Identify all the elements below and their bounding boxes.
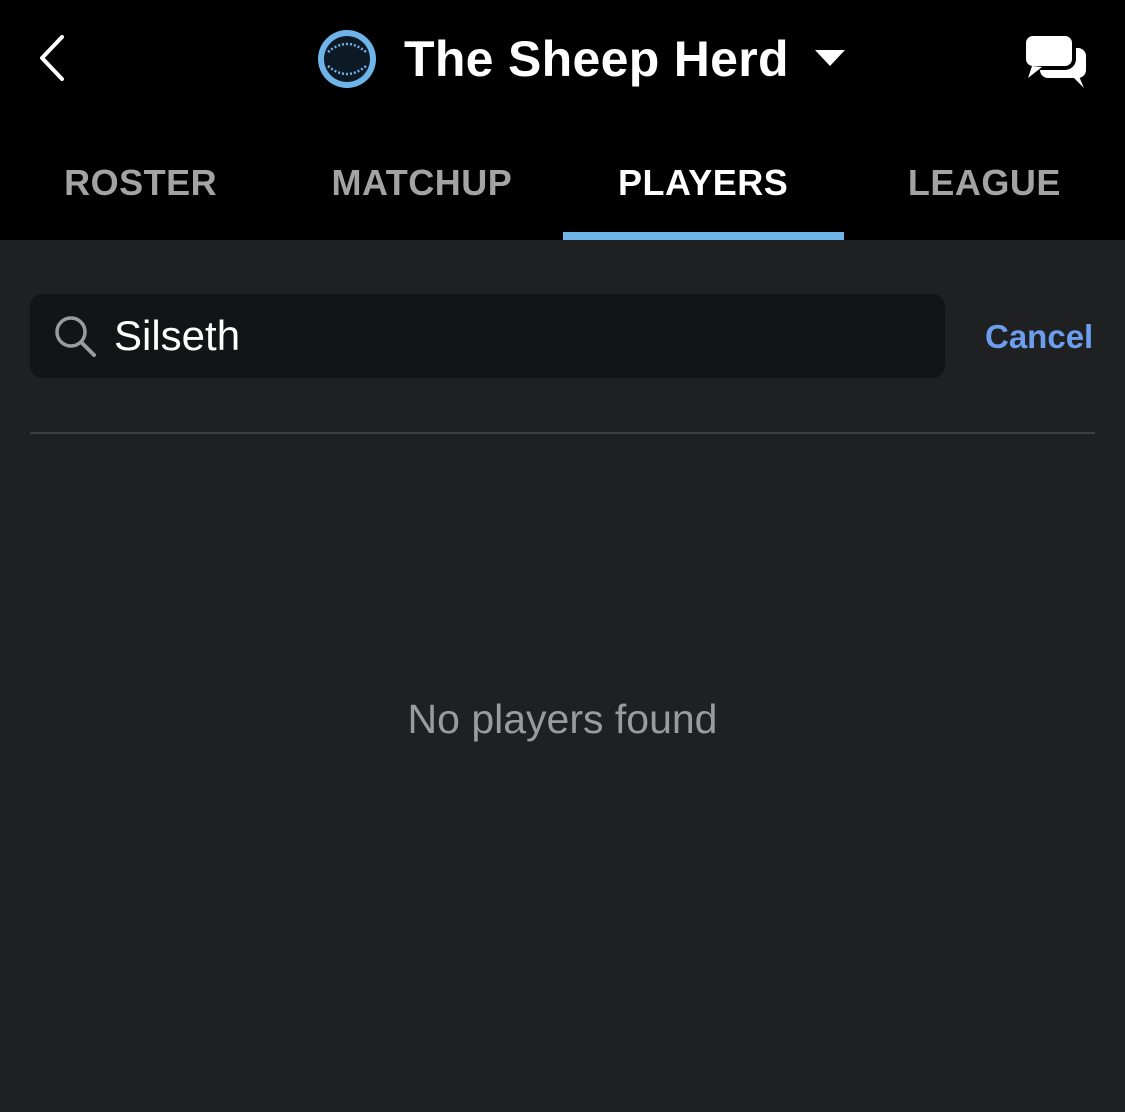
tab-roster[interactable]: ROSTER <box>0 140 281 240</box>
tab-label: PLAYERS <box>618 162 789 203</box>
divider <box>30 432 1095 434</box>
tab-bar: ROSTER MATCHUP PLAYERS LEAGUE <box>0 140 1125 240</box>
chevron-left-icon <box>40 35 64 81</box>
players-screen: The Sheep Herd ROSTER MATCHUP PLAYERS LE… <box>0 0 1125 1112</box>
team-switcher[interactable]: The Sheep Herd <box>316 24 845 94</box>
empty-results-message: No players found <box>407 696 718 742</box>
baseball-icon <box>318 30 376 88</box>
top-bar: The Sheep Herd ROSTER MATCHUP PLAYERS LE… <box>0 0 1125 240</box>
search-bar[interactable] <box>30 294 945 378</box>
team-name: The Sheep Herd <box>404 31 789 87</box>
tab-matchup[interactable]: MATCHUP <box>281 140 562 240</box>
search-icon <box>55 316 96 357</box>
tab-players[interactable]: PLAYERS <box>562 140 844 240</box>
search-input[interactable] <box>114 312 894 360</box>
cancel-button[interactable]: Cancel <box>985 318 1093 356</box>
tab-league[interactable]: LEAGUE <box>844 140 1125 240</box>
chat-button[interactable] <box>1020 30 1090 90</box>
back-button[interactable] <box>28 28 78 88</box>
tab-label: LEAGUE <box>907 162 1061 203</box>
chat-bubbles-icon <box>1022 32 1086 88</box>
tab-label: ROSTER <box>64 162 218 203</box>
tab-label: MATCHUP <box>331 162 513 203</box>
caret-down-icon <box>814 50 845 66</box>
active-tab-indicator <box>562 232 844 240</box>
